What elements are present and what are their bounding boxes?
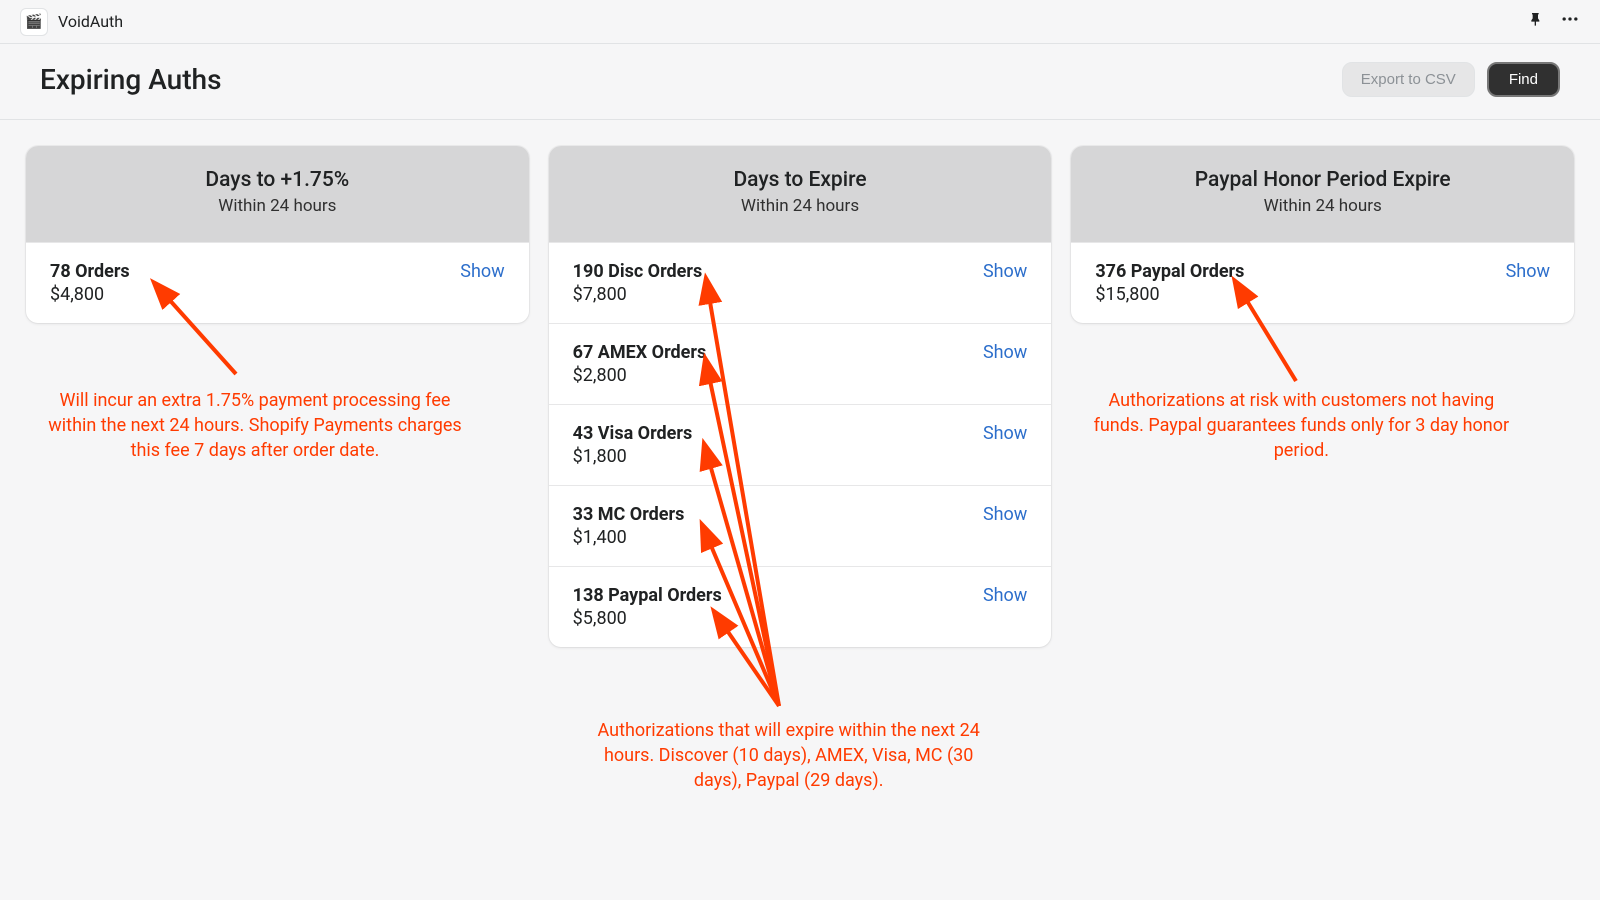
page-header: Expiring Auths Export to CSV Find: [0, 44, 1600, 120]
card-header: Paypal Honor Period Expire Within 24 hou…: [1071, 146, 1574, 242]
row-main: 43 Visa Orders $1,800: [573, 423, 693, 467]
card-subtitle: Within 24 hours: [36, 196, 519, 216]
card-paypal-honor: Paypal Honor Period Expire Within 24 hou…: [1071, 146, 1574, 323]
card-row: 190 Disc Orders $7,800 Show: [549, 242, 1052, 323]
row-amount: $5,800: [573, 608, 722, 629]
row-main: 33 MC Orders $1,400: [573, 504, 685, 548]
row-title: 43 Visa Orders: [573, 423, 693, 444]
app-name: VoidAuth: [58, 12, 123, 31]
row-main: 67 AMEX Orders $2,800: [573, 342, 707, 386]
card-subtitle: Within 24 hours: [1081, 196, 1564, 216]
card-title: Days to Expire: [559, 168, 1042, 192]
card-days-to-expire: Days to Expire Within 24 hours 190 Disc …: [549, 146, 1052, 647]
content: Days to +1.75% Within 24 hours 78 Orders…: [0, 120, 1600, 647]
column-days-to-expire: Days to Expire Within 24 hours 190 Disc …: [549, 146, 1052, 647]
top-bar-left: 🎬 VoidAuth: [20, 8, 123, 36]
card-row: 43 Visa Orders $1,800 Show: [549, 404, 1052, 485]
card-subtitle: Within 24 hours: [559, 196, 1042, 216]
page-title: Expiring Auths: [40, 63, 222, 96]
card-header: Days to Expire Within 24 hours: [549, 146, 1052, 242]
export-csv-button[interactable]: Export to CSV: [1342, 62, 1475, 97]
card-row: 138 Paypal Orders $5,800 Show: [549, 566, 1052, 647]
row-amount: $1,400: [573, 527, 685, 548]
annotation-text-2: Authorizations that will expire within t…: [579, 718, 999, 794]
row-amount: $1,800: [573, 446, 693, 467]
pin-icon[interactable]: [1528, 11, 1544, 32]
row-main: 138 Paypal Orders $5,800: [573, 585, 722, 629]
card-days-to-fee: Days to +1.75% Within 24 hours 78 Orders…: [26, 146, 529, 323]
row-amount: $2,800: [573, 365, 707, 386]
row-title: 67 AMEX Orders: [573, 342, 707, 363]
row-title: 138 Paypal Orders: [573, 585, 722, 606]
card-row: 78 Orders $4,800 Show: [26, 242, 529, 323]
card-title: Paypal Honor Period Expire: [1081, 168, 1564, 192]
row-main: 376 Paypal Orders $15,800: [1095, 261, 1244, 305]
top-bar-right: [1528, 9, 1580, 34]
top-bar: 🎬 VoidAuth: [0, 0, 1600, 44]
show-link[interactable]: Show: [460, 261, 504, 282]
row-title: 78 Orders: [50, 261, 130, 282]
card-title: Days to +1.75%: [36, 168, 519, 192]
column-days-to-fee: Days to +1.75% Within 24 hours 78 Orders…: [26, 146, 529, 647]
show-link[interactable]: Show: [983, 585, 1027, 606]
show-link[interactable]: Show: [1506, 261, 1550, 282]
row-title: 376 Paypal Orders: [1095, 261, 1244, 282]
show-link[interactable]: Show: [983, 504, 1027, 525]
more-icon[interactable]: [1560, 9, 1580, 34]
row-title: 33 MC Orders: [573, 504, 685, 525]
show-link[interactable]: Show: [983, 423, 1027, 444]
find-button[interactable]: Find: [1487, 62, 1560, 97]
card-header: Days to +1.75% Within 24 hours: [26, 146, 529, 242]
app-icon: 🎬: [20, 8, 48, 36]
card-row: 33 MC Orders $1,400 Show: [549, 485, 1052, 566]
annotation-text-3: Authorizations at risk with customers no…: [1091, 388, 1511, 464]
show-link[interactable]: Show: [983, 261, 1027, 282]
row-title: 190 Disc Orders: [573, 261, 703, 282]
row-main: 190 Disc Orders $7,800: [573, 261, 703, 305]
card-row: 67 AMEX Orders $2,800 Show: [549, 323, 1052, 404]
column-paypal-honor: Paypal Honor Period Expire Within 24 hou…: [1071, 146, 1574, 647]
card-row: 376 Paypal Orders $15,800 Show: [1071, 242, 1574, 323]
row-amount: $7,800: [573, 284, 703, 305]
annotation-text-1: Will incur an extra 1.75% payment proces…: [40, 388, 470, 464]
row-amount: $15,800: [1095, 284, 1244, 305]
row-amount: $4,800: [50, 284, 130, 305]
header-actions: Export to CSV Find: [1342, 62, 1560, 97]
row-main: 78 Orders $4,800: [50, 261, 130, 305]
show-link[interactable]: Show: [983, 342, 1027, 363]
